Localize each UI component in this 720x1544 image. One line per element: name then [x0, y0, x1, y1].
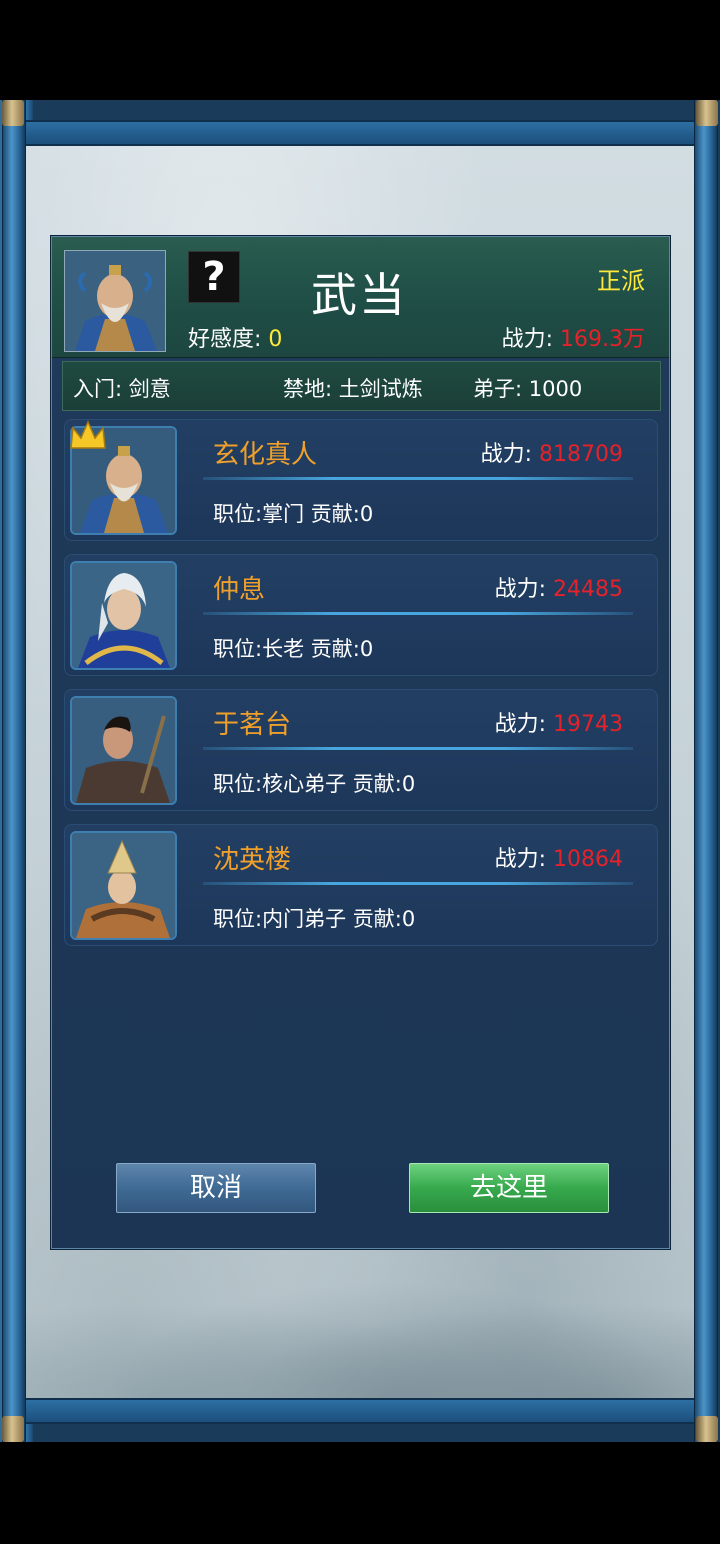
- entry-skill-text: 入门: 剑意: [73, 377, 171, 401]
- member-power: 战力: 818709: [481, 436, 623, 468]
- member-power: 战力: 10864: [495, 841, 623, 873]
- member-role: 职位:长老 贡献:0: [213, 637, 374, 661]
- sect-power-stat: 战力: 169.3万: [502, 321, 645, 353]
- member-power-label: 战力:: [494, 847, 553, 872]
- favor-stat: 好感度: 0: [188, 321, 282, 353]
- hatted-disciple-portrait-icon: [72, 833, 175, 938]
- member-divider: [203, 882, 633, 885]
- rod-cap-icon: [2, 1416, 24, 1442]
- scroll-bottom-band: [22, 1398, 698, 1424]
- white-haired-elder-portrait-icon: [72, 563, 175, 668]
- member-card[interactable]: 于茗台 战力: 19743 职位:核心弟子 贡献:0: [64, 689, 658, 811]
- member-name: 沈英楼: [213, 845, 292, 875]
- sect-info-bar: 入门: 剑意 禁地: 土剑试炼 弟子: 1000: [62, 361, 661, 411]
- member-power-value: 24485: [553, 577, 623, 602]
- go-here-button[interactable]: 去这里: [409, 1163, 609, 1213]
- member-divider: [203, 612, 633, 615]
- rod-cap-icon: [2, 100, 24, 126]
- member-card[interactable]: 玄化真人 战力: 818709 职位:掌门 贡献:0: [64, 419, 658, 541]
- favor-label: 好感度:: [188, 327, 269, 352]
- ink-mountain-decoration: [26, 1250, 694, 1398]
- cancel-button[interactable]: 取消: [116, 1163, 316, 1213]
- member-avatar: [70, 831, 177, 940]
- scroll-top-band: [22, 120, 698, 146]
- swordsman-portrait-icon: [72, 698, 175, 803]
- member-power-value: 818709: [539, 442, 623, 467]
- sect-header: ? 武当 正派 好感度: 0 战力: 169.3万: [52, 237, 669, 358]
- member-avatar: [70, 561, 177, 670]
- crown-icon: [70, 420, 106, 449]
- member-power: 战力: 24485: [495, 571, 623, 603]
- member-power-label: 战力:: [480, 442, 540, 467]
- member-divider: [203, 477, 633, 480]
- member-power: 战力: 19743: [495, 706, 623, 738]
- power-label: 战力:: [501, 327, 561, 352]
- rod-cap-icon: [696, 1416, 718, 1442]
- favor-value: 0: [268, 327, 283, 352]
- elder-portrait-icon: [65, 251, 165, 351]
- member-name: 玄化真人: [213, 440, 318, 470]
- member-avatar: [70, 696, 177, 805]
- member-role: 职位:核心弟子 贡献:0: [213, 772, 416, 796]
- member-power-label: 战力:: [494, 712, 553, 737]
- disciple-count-text: 弟子: 1000: [473, 377, 583, 401]
- member-power-label: 战力:: [494, 577, 553, 602]
- member-card[interactable]: 仲息 战力: 24485 职位:长老 贡献:0: [64, 554, 658, 676]
- member-name: 于茗台: [213, 710, 292, 740]
- sect-leader-avatar: [64, 250, 166, 352]
- member-role: 职位:内门弟子 贡献:0: [213, 907, 416, 931]
- sect-info-panel: ? 武当 正派 好感度: 0 战力: 169.3万 入门: 剑意 禁地: 土剑试…: [51, 236, 670, 1249]
- power-value: 169.3万: [560, 327, 645, 352]
- scroll-rod-right: [694, 100, 718, 1442]
- member-power-value: 19743: [553, 712, 623, 737]
- sect-name-title: 武当: [311, 268, 407, 322]
- scroll-rod-left: [2, 100, 26, 1442]
- member-power-value: 10864: [553, 847, 623, 872]
- rod-cap-icon: [696, 100, 718, 126]
- member-card[interactable]: 沈英楼 战力: 10864 职位:内门弟子 贡献:0: [64, 824, 658, 946]
- member-divider: [203, 747, 633, 750]
- member-role: 职位:掌门 贡献:0: [213, 502, 374, 526]
- member-name: 仲息: [213, 575, 266, 605]
- forbidden-area-text: 禁地: 土剑试炼: [283, 377, 423, 401]
- sect-alignment-label: 正派: [597, 267, 645, 295]
- help-button[interactable]: ?: [188, 251, 240, 303]
